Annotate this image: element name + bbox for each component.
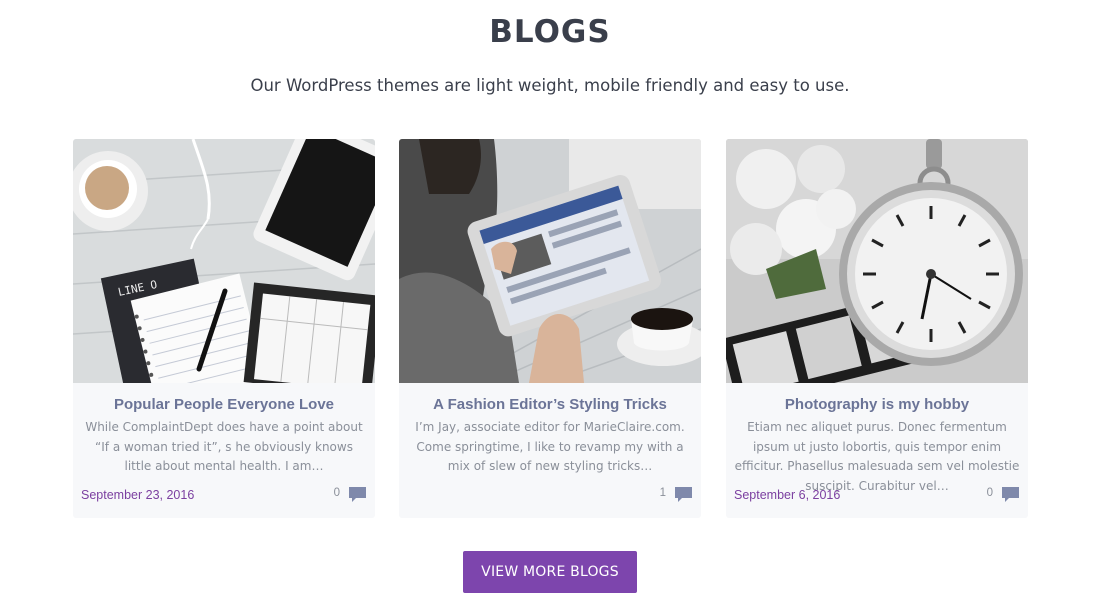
section-title: BLOGS: [489, 14, 611, 50]
blog-card-title[interactable]: A Fashion Editor’s Styling Tricks: [399, 396, 701, 413]
blog-card[interactable]: Photography is my hobby Etiam nec alique…: [726, 139, 1028, 518]
blog-card-excerpt: I’m Jay, associate editor for MarieClair…: [415, 420, 685, 473]
comment-count: 1: [659, 487, 666, 499]
comment-count: 0: [986, 487, 993, 499]
blog-card-comments[interactable]: 0: [334, 486, 367, 506]
blog-card-date[interactable]: September 6, 2016: [734, 488, 840, 502]
blog-card-title[interactable]: Photography is my hobby: [726, 396, 1028, 413]
blog-card-comments[interactable]: 1: [660, 486, 693, 506]
blog-card-comments[interactable]: 0: [987, 486, 1020, 506]
blog-card-excerpt: While ComplaintDept does have a point ab…: [85, 420, 363, 473]
blog-card[interactable]: LINE O Popular People Everyone Love Whil…: [73, 139, 375, 518]
blog-card-date[interactable]: September 23, 2016: [81, 488, 194, 502]
tablet-photo: [399, 139, 701, 383]
comment-icon[interactable]: [1001, 486, 1020, 507]
blog-card-image[interactable]: LINE O: [73, 139, 375, 383]
blog-card-title[interactable]: Popular People Everyone Love: [73, 396, 375, 413]
desk-photo: LINE O: [73, 139, 375, 383]
blog-card[interactable]: A Fashion Editor’s Styling Tricks I’m Ja…: [399, 139, 701, 518]
blog-card-excerpt: Etiam nec aliquet purus. Donec fermentum…: [734, 420, 1020, 493]
view-more-blogs-button[interactable]: VIEW MORE BLOGS: [463, 551, 637, 593]
section-subtitle: Our WordPress themes are light weight, m…: [250, 76, 850, 95]
clock-photo: [726, 139, 1028, 383]
blog-card-image[interactable]: [399, 139, 701, 383]
blog-card-image[interactable]: [726, 139, 1028, 383]
comment-icon[interactable]: [348, 486, 367, 507]
comment-count: 0: [333, 487, 340, 499]
comment-icon[interactable]: [674, 486, 693, 507]
